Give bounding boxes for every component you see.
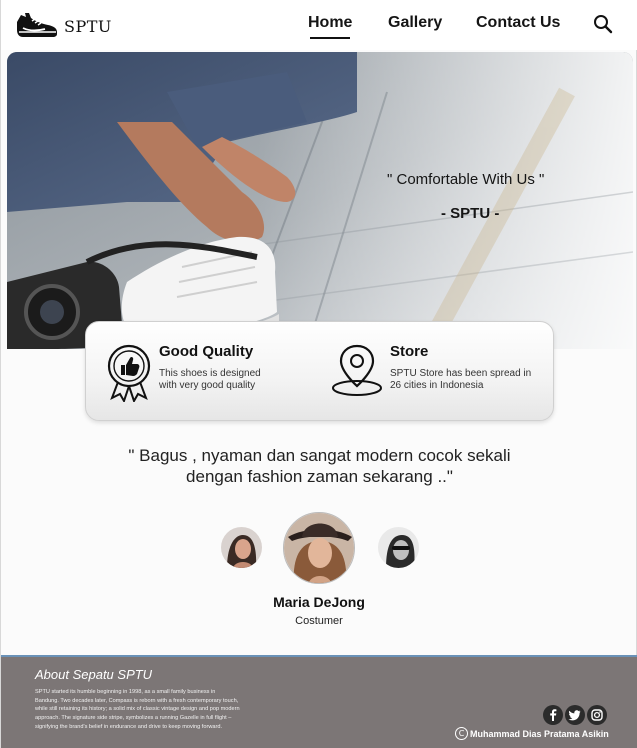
- footer: About Sepatu SPTU SPTU started its humbl…: [1, 655, 637, 748]
- feature-quality-description-line: with very good quality: [159, 380, 256, 391]
- instagram-icon[interactable]: [587, 705, 607, 725]
- hero-banner: " Comfortable With Us " - SPTU -: [7, 52, 633, 349]
- feature-quality-title: Good Quality: [159, 343, 254, 360]
- top-navigation: SPTU Home Gallery Contact Us: [1, 0, 637, 50]
- avatar-photo: [284, 513, 354, 583]
- copyright: C Muhammad Dias Pratama Asikin: [455, 727, 609, 740]
- testimonial-avatar-main[interactable]: [283, 512, 355, 584]
- nav-contact-link[interactable]: Contact Us: [476, 14, 560, 32]
- feature-quality-description-line: This shoes is designed: [159, 368, 261, 379]
- nav-gallery-link[interactable]: Gallery: [388, 14, 442, 32]
- hero-brand-line: - SPTU -: [441, 205, 500, 222]
- location-pin-icon: [332, 344, 382, 396]
- features-card: Good Quality This shoes is designed with…: [85, 321, 554, 421]
- copyright-icon: C: [455, 727, 468, 740]
- brand-name: SPTU: [64, 16, 112, 36]
- avatar-photo: [378, 527, 419, 568]
- testimonial-quote-line: " Bagus , nyaman dan sangat modern cocok…: [128, 446, 511, 465]
- feature-store-description: SPTU Store has been spread in 26 cities …: [390, 368, 531, 392]
- feature-quality-description: This shoes is designed with very good qu…: [159, 368, 261, 392]
- nav-home-link[interactable]: Home: [308, 14, 352, 39]
- feature-store-description-line: SPTU Store has been spread in: [390, 368, 532, 379]
- brand-logo[interactable]: SPTU: [15, 10, 112, 42]
- testimonial-quote-line: dengan fashion zaman sekarang ..": [186, 467, 453, 486]
- search-icon[interactable]: [593, 14, 613, 34]
- testimonial-avatar-right[interactable]: [378, 527, 419, 568]
- copyright-text: Muhammad Dias Pratama Asikin: [470, 728, 609, 739]
- quality-badge-icon: [107, 344, 151, 402]
- testimonial-role: Costumer: [295, 615, 343, 627]
- sneaker-icon: [17, 13, 57, 37]
- avatar-photo: [221, 527, 262, 568]
- page: SPTU Home Gallery Contact Us " Comfortab…: [0, 0, 637, 748]
- footer-title: About Sepatu SPTU: [35, 667, 153, 682]
- testimonial-avatar-left[interactable]: [221, 527, 262, 568]
- facebook-icon[interactable]: [543, 705, 563, 725]
- testimonial-name: Maria DeJong: [273, 594, 365, 610]
- testimonial-quote: " Bagus , nyaman dan sangat modern cocok…: [41, 445, 598, 487]
- hero-image: [7, 52, 633, 349]
- feature-store-description-line: 26 cities in Indonesia: [390, 380, 484, 391]
- footer-about-text: SPTU started its humble beginning in 199…: [35, 689, 240, 730]
- feature-store-title: Store: [390, 343, 429, 360]
- hero-quote: " Comfortable With Us ": [387, 171, 545, 188]
- twitter-icon[interactable]: [565, 705, 585, 725]
